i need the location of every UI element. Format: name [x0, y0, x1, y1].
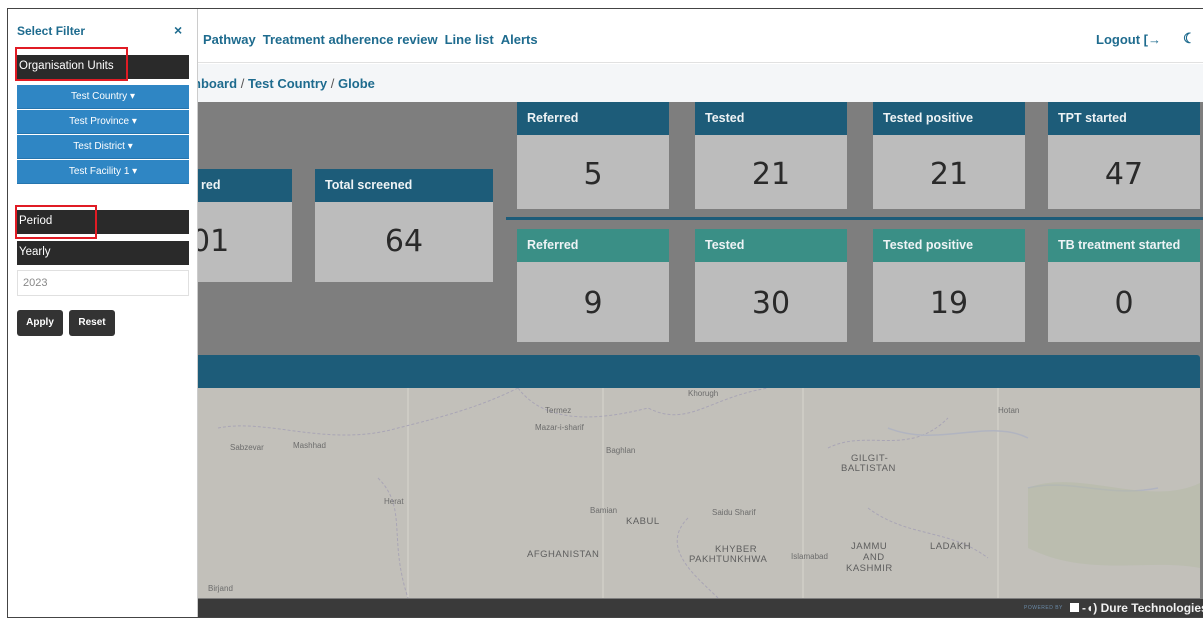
filter-panel-title: Select Filter	[17, 24, 86, 38]
reset-button[interactable]: Reset	[69, 310, 115, 336]
stat-card-label: Total screened	[315, 169, 493, 202]
map-label: Saidu Sharif	[712, 508, 756, 517]
map-label: AND	[863, 552, 885, 563]
stat-card-tb-treatment-started: TB treatment started 0	[1048, 229, 1200, 342]
stat-card-label: Referred	[517, 102, 669, 135]
map-label: KABUL	[626, 516, 660, 527]
stat-card-label: Tested	[695, 102, 847, 135]
breadcrumb-separator: /	[330, 76, 335, 91]
stat-card-tpt-started: TPT started 47	[1048, 102, 1200, 209]
filter-panel: Select Filter × Organisation Units Test …	[8, 9, 198, 617]
stat-card-tested-bottom: Tested 30	[695, 229, 847, 342]
map-label: KASHMIR	[846, 563, 893, 574]
logout-button[interactable]: Logout [→	[1096, 32, 1161, 47]
map-label: Sabzevar	[230, 443, 264, 452]
stat-card-label: Referred	[517, 229, 669, 262]
map-label: LADAKH	[930, 541, 972, 552]
stat-card-value: 0	[1114, 286, 1134, 321]
org-unit-province-dropdown[interactable]: Test Province ▾	[17, 110, 189, 134]
map-label: Bamian	[590, 506, 618, 515]
app-window: Pathway Treatment adherence review Line …	[7, 8, 1203, 618]
stat-card-label: Tested positive	[873, 229, 1025, 262]
dure-logo-icon	[1070, 603, 1079, 612]
stat-card-value: 01	[191, 224, 230, 259]
nav-link-pathway[interactable]: Pathway	[203, 32, 256, 47]
nav-links: Pathway Treatment adherence review Line …	[203, 32, 538, 47]
map-label: PAKHTUNKHWA	[689, 554, 768, 565]
stat-card-referred-top: Referred 5	[517, 102, 669, 209]
org-unit-country-dropdown[interactable]: Test Country ▾	[17, 85, 189, 109]
stat-card-tested-top: Tested 21	[695, 102, 847, 209]
stat-card-value: 47	[1104, 157, 1144, 192]
map-label: Mazar-i-sharif	[535, 423, 584, 432]
map-label: JAMMU	[851, 541, 888, 552]
highlight-box	[15, 205, 97, 239]
stat-card-tested-positive-bottom: Tested positive 19	[873, 229, 1025, 342]
map-label: Birjand	[208, 584, 233, 593]
stat-card-label: TB treatment started	[1048, 229, 1200, 262]
map-label: Mashhad	[293, 441, 326, 450]
org-unit-district-dropdown[interactable]: Test District ▾	[17, 135, 189, 159]
logout-label: Logout	[1096, 32, 1141, 47]
map-label: Islamabad	[791, 552, 828, 561]
highlight-box	[15, 47, 128, 81]
breadcrumb-item-country[interactable]: Test Country	[248, 76, 327, 91]
stat-card-label: red	[191, 169, 292, 202]
breadcrumb: nboard / Test Country / Globe	[193, 76, 375, 91]
apply-button[interactable]: Apply	[17, 310, 63, 336]
map-label: BALTISTAN	[841, 463, 896, 474]
map-label: Baghlan	[606, 446, 636, 455]
stat-card-tested-positive-top: Tested positive 21	[873, 102, 1025, 209]
period-year-input[interactable]: 2023	[17, 270, 189, 296]
breadcrumb-separator: /	[240, 76, 245, 91]
breadcrumb-item-dashboard[interactable]: nboard	[193, 76, 237, 91]
stat-card-value: 5	[583, 157, 603, 192]
logout-icon: [→	[1143, 32, 1162, 47]
map-label: Hotan	[998, 406, 1020, 415]
stat-card-referred-bottom: Referred 9	[517, 229, 669, 342]
powered-by-label: POWERED BY	[1024, 605, 1063, 611]
breadcrumb-item-globe[interactable]: Globe	[338, 76, 375, 91]
stat-card-label: Tested positive	[873, 102, 1025, 135]
org-unit-facility-dropdown[interactable]: Test Facility 1 ▾	[17, 160, 189, 184]
stat-card-value: 64	[384, 224, 424, 259]
map-label: AFGHANISTAN	[527, 549, 600, 560]
stat-card-screened-partial: red 01	[191, 169, 292, 282]
stat-card-value: 9	[583, 286, 603, 321]
stat-card-value: 30	[751, 286, 791, 321]
moon-icon[interactable]: ☾	[1183, 30, 1196, 47]
row-divider	[506, 217, 1203, 220]
map-label: Khorugh	[688, 389, 719, 398]
stat-card-total-screened: Total screened 64	[315, 169, 493, 282]
close-icon[interactable]: ×	[174, 22, 182, 38]
nav-link-treatment-adherence-review[interactable]: Treatment adherence review	[263, 32, 438, 47]
map-label: Herat	[384, 497, 404, 506]
stat-card-label: Tested	[695, 229, 847, 262]
stat-card-label: TPT started	[1048, 102, 1200, 135]
stat-card-value: 21	[751, 157, 791, 192]
period-type-select[interactable]: Yearly	[17, 241, 189, 265]
nav-link-alerts[interactable]: Alerts	[501, 32, 538, 47]
nav-link-line-list[interactable]: Line list	[445, 32, 494, 47]
stat-card-value: 21	[929, 157, 969, 192]
map-label: Termez	[545, 406, 572, 415]
stat-card-value: 19	[929, 286, 969, 321]
company-name[interactable]: -◖) Dure Technologies	[1082, 601, 1203, 615]
